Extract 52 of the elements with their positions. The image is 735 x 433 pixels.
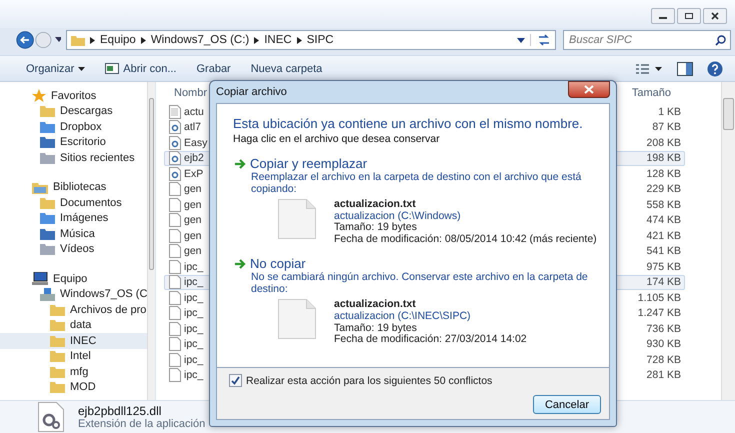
file-name: Easy — [184, 136, 208, 149]
file-size: 421 KB — [646, 230, 681, 242]
file-name: gen — [184, 183, 202, 196]
file-name: actu — [184, 106, 204, 118]
file-name: gen — [184, 230, 202, 242]
file-name: ipc_ — [184, 338, 204, 350]
file-date: Fecha de modificación: 08/05/2014 10:42 (más reciente) — [334, 234, 597, 246]
option-description: No se cambiará ningún archivo. Conservar este archivo en la carpeta de destino: — [251, 271, 589, 296]
file-size: 736 KB — [646, 322, 681, 335]
file-name: gen — [184, 245, 202, 258]
file-type: Extensión de la aplicación — [78, 418, 206, 430]
file-name: ipc_ — [184, 307, 204, 320]
dialog-heading: Esta ubicación ya contiene un archivo con el mismo nombre. — [233, 116, 584, 131]
file-size: 229 KB — [646, 183, 681, 196]
file-name: ejb2 — [184, 152, 204, 164]
file-name: gen — [184, 198, 202, 211]
file-size: 541 KB — [646, 245, 681, 258]
file-size: 128 KB — [646, 168, 681, 180]
checkbox-label: Realizar esta acción para los siguientes 50 conflictos — [246, 374, 492, 386]
file-size: Tamaño: 19 bytes — [334, 222, 417, 234]
dialog-title: Copiar archivo — [216, 86, 287, 98]
file-size: 174 KB — [646, 276, 681, 288]
file-name: ipc_ — [184, 322, 204, 335]
file-name: ipc_ — [184, 369, 204, 382]
file-size: 558 KB — [646, 198, 681, 211]
file-location: actualizacion (C:\Windows) — [334, 210, 462, 222]
file-size: 198 KB — [646, 152, 681, 164]
file-name: ExP — [184, 168, 204, 180]
file-size: 87 KB — [652, 121, 681, 134]
file-date: Fecha de modificación: 27/03/2014 14:02 — [334, 334, 527, 346]
file-name: ejb2pbdll125.dll — [78, 404, 162, 418]
file-size: 728 KB — [646, 354, 681, 366]
file-name: gen — [184, 214, 202, 226]
file-name: ipc_ — [184, 292, 204, 304]
file-name: actualizacion.txt — [334, 299, 417, 311]
file-name: ipc_ — [184, 354, 204, 366]
dialog-subheading: Haga clic en el archivo que desea conservar — [233, 133, 441, 145]
file-location: actualizacion (C:\INEC\SIPC) — [334, 310, 472, 323]
file-size: 474 KB — [646, 214, 681, 226]
file-size: Tamaño: 19 bytes — [334, 322, 417, 334]
file-size: 208 KB — [646, 136, 681, 149]
file-name: ipc_ — [184, 260, 204, 273]
file-name: atl7 — [184, 121, 201, 134]
file-size: 1.247 KB — [638, 307, 681, 320]
file-size: 1.105 KB — [638, 292, 681, 304]
option-description: Reemplazar el archivo en la carpeta de destino con el archivo que está copiando: — [251, 171, 582, 196]
file-name: ipc_ — [184, 276, 204, 288]
file-size: 1 KB — [658, 106, 681, 118]
file-size: 930 KB — [646, 338, 681, 350]
file-size: 975 KB — [646, 260, 681, 273]
file-size: 281 KB — [646, 369, 681, 382]
file-name: actualizacion.txt — [334, 199, 417, 211]
